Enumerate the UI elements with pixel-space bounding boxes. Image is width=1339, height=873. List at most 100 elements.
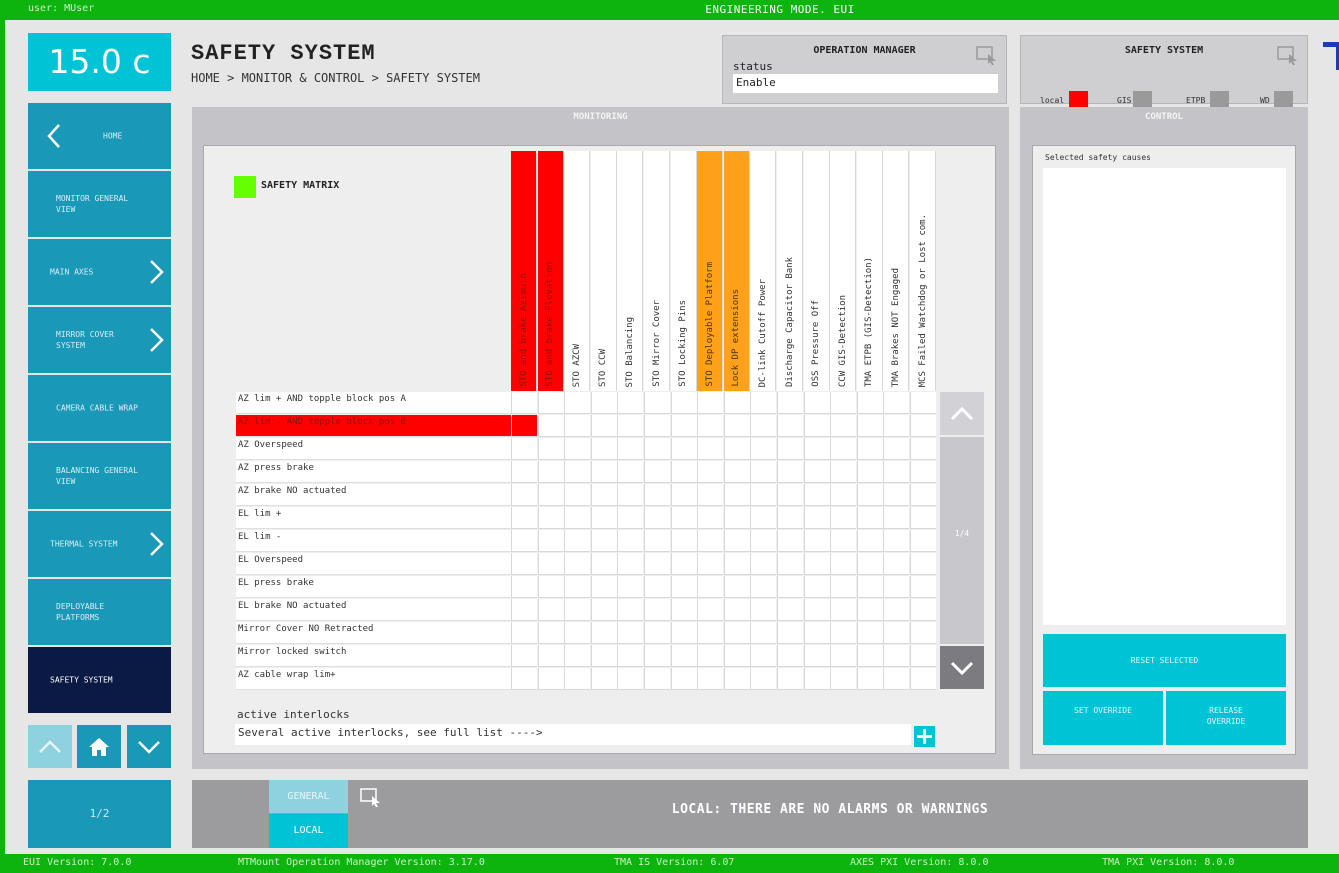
matrix-cell[interactable] bbox=[777, 415, 803, 437]
matrix-cell[interactable] bbox=[617, 507, 644, 529]
matrix-cell[interactable] bbox=[511, 576, 537, 598]
matrix-cell[interactable] bbox=[644, 461, 670, 483]
matrix-cell[interactable] bbox=[511, 461, 537, 483]
matrix-cell[interactable] bbox=[777, 530, 803, 552]
matrix-cell[interactable] bbox=[830, 461, 857, 483]
matrix-cell[interactable] bbox=[564, 461, 591, 483]
matrix-cell[interactable] bbox=[856, 392, 883, 414]
matrix-cell[interactable] bbox=[856, 530, 883, 552]
matrix-cell[interactable] bbox=[564, 438, 591, 460]
matrix-cell[interactable] bbox=[856, 645, 883, 667]
matrix-cell[interactable] bbox=[856, 484, 883, 506]
matrix-cell[interactable] bbox=[617, 668, 644, 690]
matrix-cell[interactable] bbox=[803, 484, 830, 506]
matrix-cell[interactable] bbox=[750, 484, 777, 506]
matrix-cell[interactable] bbox=[856, 553, 883, 575]
matrix-cell[interactable] bbox=[750, 599, 777, 621]
matrix-cell[interactable] bbox=[537, 415, 564, 437]
matrix-cell[interactable] bbox=[670, 576, 697, 598]
matrix-cell[interactable] bbox=[723, 484, 750, 506]
matrix-cell[interactable] bbox=[910, 415, 936, 437]
sidebar-item-home[interactable]: HOME bbox=[28, 103, 171, 169]
matrix-cell[interactable] bbox=[697, 507, 724, 529]
matrix-cell[interactable] bbox=[590, 392, 617, 414]
matrix-cell[interactable] bbox=[697, 530, 724, 552]
matrix-cell[interactable] bbox=[910, 438, 936, 460]
matrix-cell[interactable] bbox=[670, 507, 697, 529]
matrix-cell[interactable] bbox=[777, 645, 803, 667]
matrix-cell[interactable] bbox=[803, 392, 830, 414]
matrix-row[interactable]: AZ Overspeed bbox=[236, 438, 937, 460]
matrix-cell[interactable] bbox=[670, 553, 697, 575]
matrix-cell[interactable] bbox=[697, 668, 724, 690]
matrix-cell[interactable] bbox=[777, 576, 803, 598]
matrix-cell[interactable] bbox=[750, 645, 777, 667]
matrix-cell[interactable] bbox=[537, 599, 564, 621]
matrix-cell[interactable] bbox=[723, 438, 750, 460]
sidebar-item-thermal-system[interactable]: THERMAL SYSTEM bbox=[28, 511, 171, 577]
matrix-cell[interactable] bbox=[750, 392, 777, 414]
matrix-cell[interactable] bbox=[511, 599, 537, 621]
matrix-cell[interactable] bbox=[883, 507, 910, 529]
matrix-cell[interactable] bbox=[777, 553, 803, 575]
matrix-cell[interactable] bbox=[830, 622, 857, 644]
matrix-cell[interactable] bbox=[830, 392, 857, 414]
matrix-cell[interactable] bbox=[723, 645, 750, 667]
matrix-cell[interactable] bbox=[856, 599, 883, 621]
matrix-cell[interactable] bbox=[803, 507, 830, 529]
matrix-cell[interactable] bbox=[590, 507, 617, 529]
matrix-cell[interactable] bbox=[856, 438, 883, 460]
matrix-cell[interactable] bbox=[590, 576, 617, 598]
matrix-cell[interactable] bbox=[670, 461, 697, 483]
matrix-cell[interactable] bbox=[590, 461, 617, 483]
matrix-cell[interactable] bbox=[910, 392, 936, 414]
matrix-cell[interactable] bbox=[697, 484, 724, 506]
matrix-row[interactable]: AZ lim - AND topple block pos B bbox=[236, 415, 937, 437]
matrix-cell[interactable] bbox=[670, 599, 697, 621]
matrix-cell[interactable] bbox=[511, 438, 537, 460]
selected-causes-list[interactable] bbox=[1043, 168, 1286, 625]
matrix-cell[interactable] bbox=[723, 622, 750, 644]
matrix-cell[interactable] bbox=[590, 484, 617, 506]
matrix-cell[interactable] bbox=[856, 415, 883, 437]
matrix-cell[interactable] bbox=[883, 553, 910, 575]
matrix-cell[interactable] bbox=[670, 668, 697, 690]
matrix-cell[interactable] bbox=[537, 622, 564, 644]
matrix-cell[interactable] bbox=[537, 507, 564, 529]
matrix-cell[interactable] bbox=[750, 530, 777, 552]
matrix-cell[interactable] bbox=[750, 576, 777, 598]
matrix-cell[interactable] bbox=[777, 599, 803, 621]
matrix-cell[interactable] bbox=[777, 668, 803, 690]
matrix-cell[interactable] bbox=[564, 392, 591, 414]
matrix-cell[interactable] bbox=[644, 392, 670, 414]
matrix-cell[interactable] bbox=[670, 645, 697, 667]
matrix-row[interactable]: EL lim - bbox=[236, 530, 937, 552]
matrix-cell[interactable] bbox=[803, 530, 830, 552]
matrix-cell[interactable] bbox=[830, 484, 857, 506]
matrix-cell[interactable] bbox=[856, 668, 883, 690]
sidebar-item-monitor-general-view[interactable]: MONITOR GENERAL VIEW bbox=[28, 171, 171, 237]
matrix-cell[interactable] bbox=[803, 576, 830, 598]
matrix-cell[interactable] bbox=[856, 507, 883, 529]
matrix-cell[interactable] bbox=[803, 668, 830, 690]
matrix-cell[interactable] bbox=[803, 622, 830, 644]
matrix-cell[interactable] bbox=[644, 415, 670, 437]
matrix-cell[interactable] bbox=[910, 461, 936, 483]
matrix-cell[interactable] bbox=[883, 392, 910, 414]
matrix-cell[interactable] bbox=[723, 392, 750, 414]
matrix-cell[interactable] bbox=[883, 668, 910, 690]
matrix-cell[interactable] bbox=[670, 484, 697, 506]
matrix-cell[interactable] bbox=[750, 668, 777, 690]
matrix-cell[interactable] bbox=[537, 484, 564, 506]
matrix-cell[interactable] bbox=[617, 530, 644, 552]
sidebar-item-balancing-general-view[interactable]: BALANCING GENERAL VIEW bbox=[28, 443, 171, 509]
matrix-cell[interactable] bbox=[617, 599, 644, 621]
matrix-cell[interactable] bbox=[830, 668, 857, 690]
matrix-cell[interactable] bbox=[750, 553, 777, 575]
matrix-cell[interactable] bbox=[883, 438, 910, 460]
matrix-cell[interactable] bbox=[777, 392, 803, 414]
matrix-cell[interactable] bbox=[910, 599, 936, 621]
matrix-cell[interactable] bbox=[883, 461, 910, 483]
reset-selected-button[interactable]: RESET SELECTED bbox=[1043, 634, 1286, 687]
matrix-cell[interactable] bbox=[830, 415, 857, 437]
